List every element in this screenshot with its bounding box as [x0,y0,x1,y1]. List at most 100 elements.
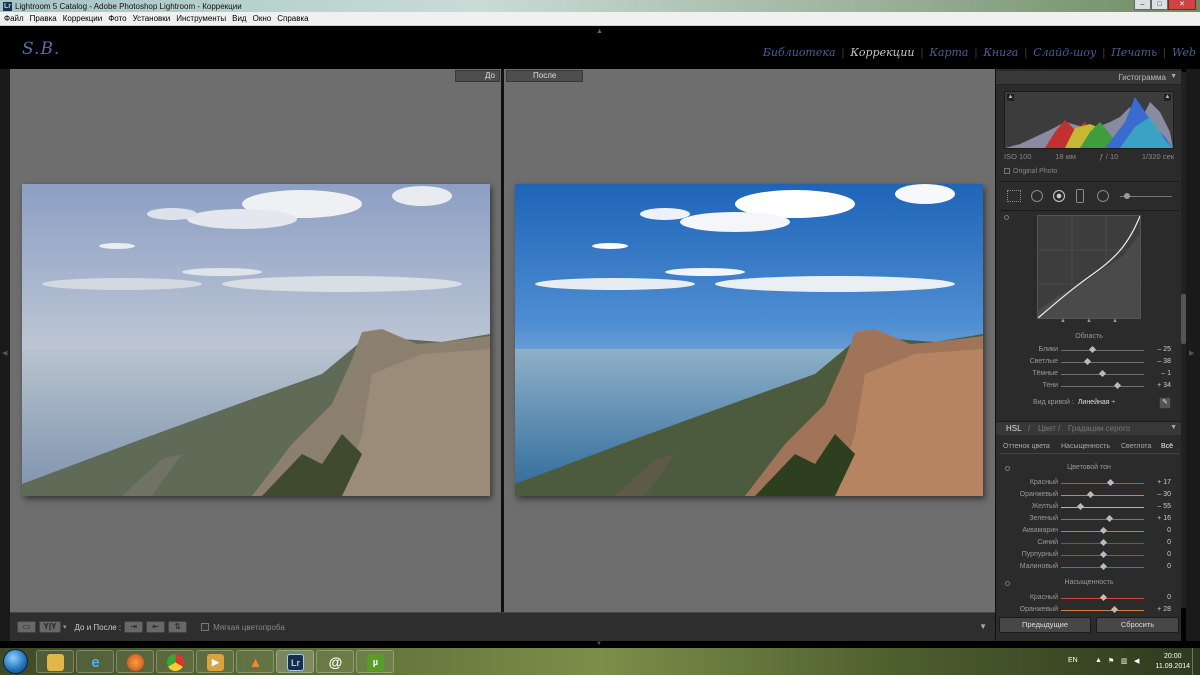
taskbar-utorrent[interactable]: µ [356,650,394,673]
original-photo-toggle[interactable]: Original Photo [1004,168,1057,175]
original-photo-checkbox[interactable] [1004,168,1010,175]
menu-help[interactable]: Справка [277,14,308,23]
slider-value[interactable]: – 55 [1157,503,1171,510]
reset-button[interactable]: Сбросить [1096,617,1179,633]
menu-develop[interactable]: Коррекции [63,14,102,23]
split-point-midtones-icon[interactable]: ▲ [1086,318,1092,324]
slider-track[interactable] [1061,381,1144,390]
curve-type-value[interactable]: Линейная ÷ [1078,399,1116,406]
taskbar-lightroom[interactable]: Lr [276,650,314,673]
toolbar-menu-icon[interactable]: ▼ [979,622,987,631]
menu-window[interactable]: Окно [253,14,272,23]
slider-value[interactable]: + 16 [1157,515,1171,522]
slider-knob[interactable] [1113,381,1121,390]
slider-knob[interactable] [1099,526,1107,535]
histogram-header[interactable]: Гистограмма ▼ [996,71,1182,85]
hsl-mode-color[interactable]: Цвет [1038,424,1056,433]
slider-knob[interactable] [1089,345,1097,354]
slider-value[interactable]: – 1 [1161,370,1171,377]
start-button[interactable] [3,649,28,674]
hsl-mode-hsl[interactable]: HSL [1006,424,1022,433]
slider-value[interactable]: 0 [1167,563,1171,570]
menu-tools[interactable]: Инструменты [176,14,226,23]
slider-knob[interactable] [1111,605,1119,614]
module-develop[interactable]: Коррекции [850,46,914,59]
module-slideshow[interactable]: Слайд-шоу [1033,46,1096,59]
slider-knob[interactable] [1106,478,1114,487]
graduated-filter-icon[interactable] [1076,189,1084,203]
histogram[interactable]: ▲ ▲ [1004,91,1174,149]
slider-track[interactable] [1061,478,1144,487]
minimize-button[interactable]: – [1134,0,1151,10]
collapse-triangle-icon[interactable]: ▼ [1170,73,1177,80]
slider-value[interactable]: + 28 [1157,606,1171,613]
hue-slider-row[interactable]: Красный + 17 [999,478,1179,488]
red-eye-icon[interactable] [1053,190,1065,202]
slider-track[interactable] [1061,357,1144,366]
slider-knob[interactable] [1076,502,1084,511]
photo-before[interactable] [22,184,490,496]
language-indicator[interactable]: EN [1068,657,1078,664]
saturation-slider-row[interactable]: Оранжевый + 28 [999,605,1179,615]
slider-knob[interactable] [1099,369,1107,378]
shadow-clipping-icon[interactable]: ▲ [1007,94,1014,101]
slider-value[interactable]: 0 [1167,594,1171,601]
maximize-button[interactable]: □ [1151,0,1168,10]
network-icon[interactable]: ▥ [1121,657,1129,665]
swap-before-after-button[interactable]: ⇅ [168,621,188,633]
slider-track[interactable] [1061,502,1144,511]
menu-view[interactable]: Вид [232,14,246,23]
collapse-triangle-icon[interactable]: ▼ [1170,424,1177,431]
slider-track[interactable] [1061,593,1144,602]
slider-value[interactable]: 0 [1167,551,1171,558]
module-book[interactable]: Книга [983,46,1018,59]
slider-track[interactable] [1061,538,1144,547]
hue-slider-row[interactable]: Аквамарин 0 [999,526,1179,536]
loupe-view-button[interactable]: ▭ [17,621,36,633]
copy-before-to-after-button[interactable]: ⇥ [124,621,144,633]
slider-value[interactable]: 0 [1167,527,1171,534]
view-mode-dropdown-icon[interactable]: ▾ [63,623,67,631]
left-panel-toggle-icon[interactable]: ◀ [2,349,7,357]
slider-knob[interactable] [1087,490,1095,499]
split-point-highlights-icon[interactable]: ▲ [1112,318,1118,324]
taskbar-chrome[interactable] [156,650,194,673]
point-curve-edit-icon[interactable]: ✎ [1159,397,1171,409]
hsl-mode-grayscale[interactable]: Градации серого [1068,424,1130,433]
close-button[interactable]: ✕ [1168,0,1196,10]
tone-slider-darks[interactable]: Тёмные – 1 [999,369,1179,379]
menu-photo[interactable]: Фото [108,14,126,23]
slider-value[interactable]: + 34 [1157,382,1171,389]
copy-after-to-before-button[interactable]: ⇤ [146,621,166,633]
slider-track[interactable] [1061,562,1144,571]
saturation-slider-row[interactable]: Красный 0 [999,593,1179,603]
previous-button[interactable]: Предыдущие [999,617,1091,633]
slider-knob[interactable] [1099,550,1107,559]
slider-value[interactable]: – 38 [1157,358,1171,365]
slider-knob[interactable] [1099,562,1107,571]
slider-track[interactable] [1061,550,1144,559]
tone-slider-lights[interactable]: Светлые – 38 [999,357,1179,367]
tab-saturation[interactable]: Насыщенность [1061,443,1110,450]
hue-slider-row[interactable]: Малиновый 0 [999,562,1179,572]
slider-knob[interactable] [1099,593,1107,602]
tone-slider-highlights[interactable]: Блики – 25 [999,345,1179,355]
taskbar-explorer[interactable] [36,650,74,673]
action-center-icon[interactable]: ⚑ [1108,657,1116,665]
filmstrip-toggle-icon[interactable]: ▼ [596,641,602,647]
highlight-clipping-icon[interactable]: ▲ [1164,94,1171,101]
taskbar-media[interactable]: ▶ [196,650,234,673]
slider-knob[interactable] [1099,538,1107,547]
crop-tool-icon[interactable] [1007,190,1021,202]
top-panel-toggle-icon[interactable]: ▲ [596,28,603,35]
show-desktop-button[interactable] [1192,648,1200,675]
spot-removal-icon[interactable] [1031,190,1043,202]
brush-slider[interactable] [1120,193,1172,199]
taskbar-ie[interactable]: e [76,650,114,673]
tab-luminance[interactable]: Светлота [1121,443,1151,450]
slider-knob[interactable] [1106,514,1114,523]
tab-hue[interactable]: Оттенок цвета [1003,443,1050,450]
slider-track[interactable] [1061,605,1144,614]
slider-value[interactable]: + 17 [1157,479,1171,486]
tab-all[interactable]: Всё [1161,443,1173,450]
